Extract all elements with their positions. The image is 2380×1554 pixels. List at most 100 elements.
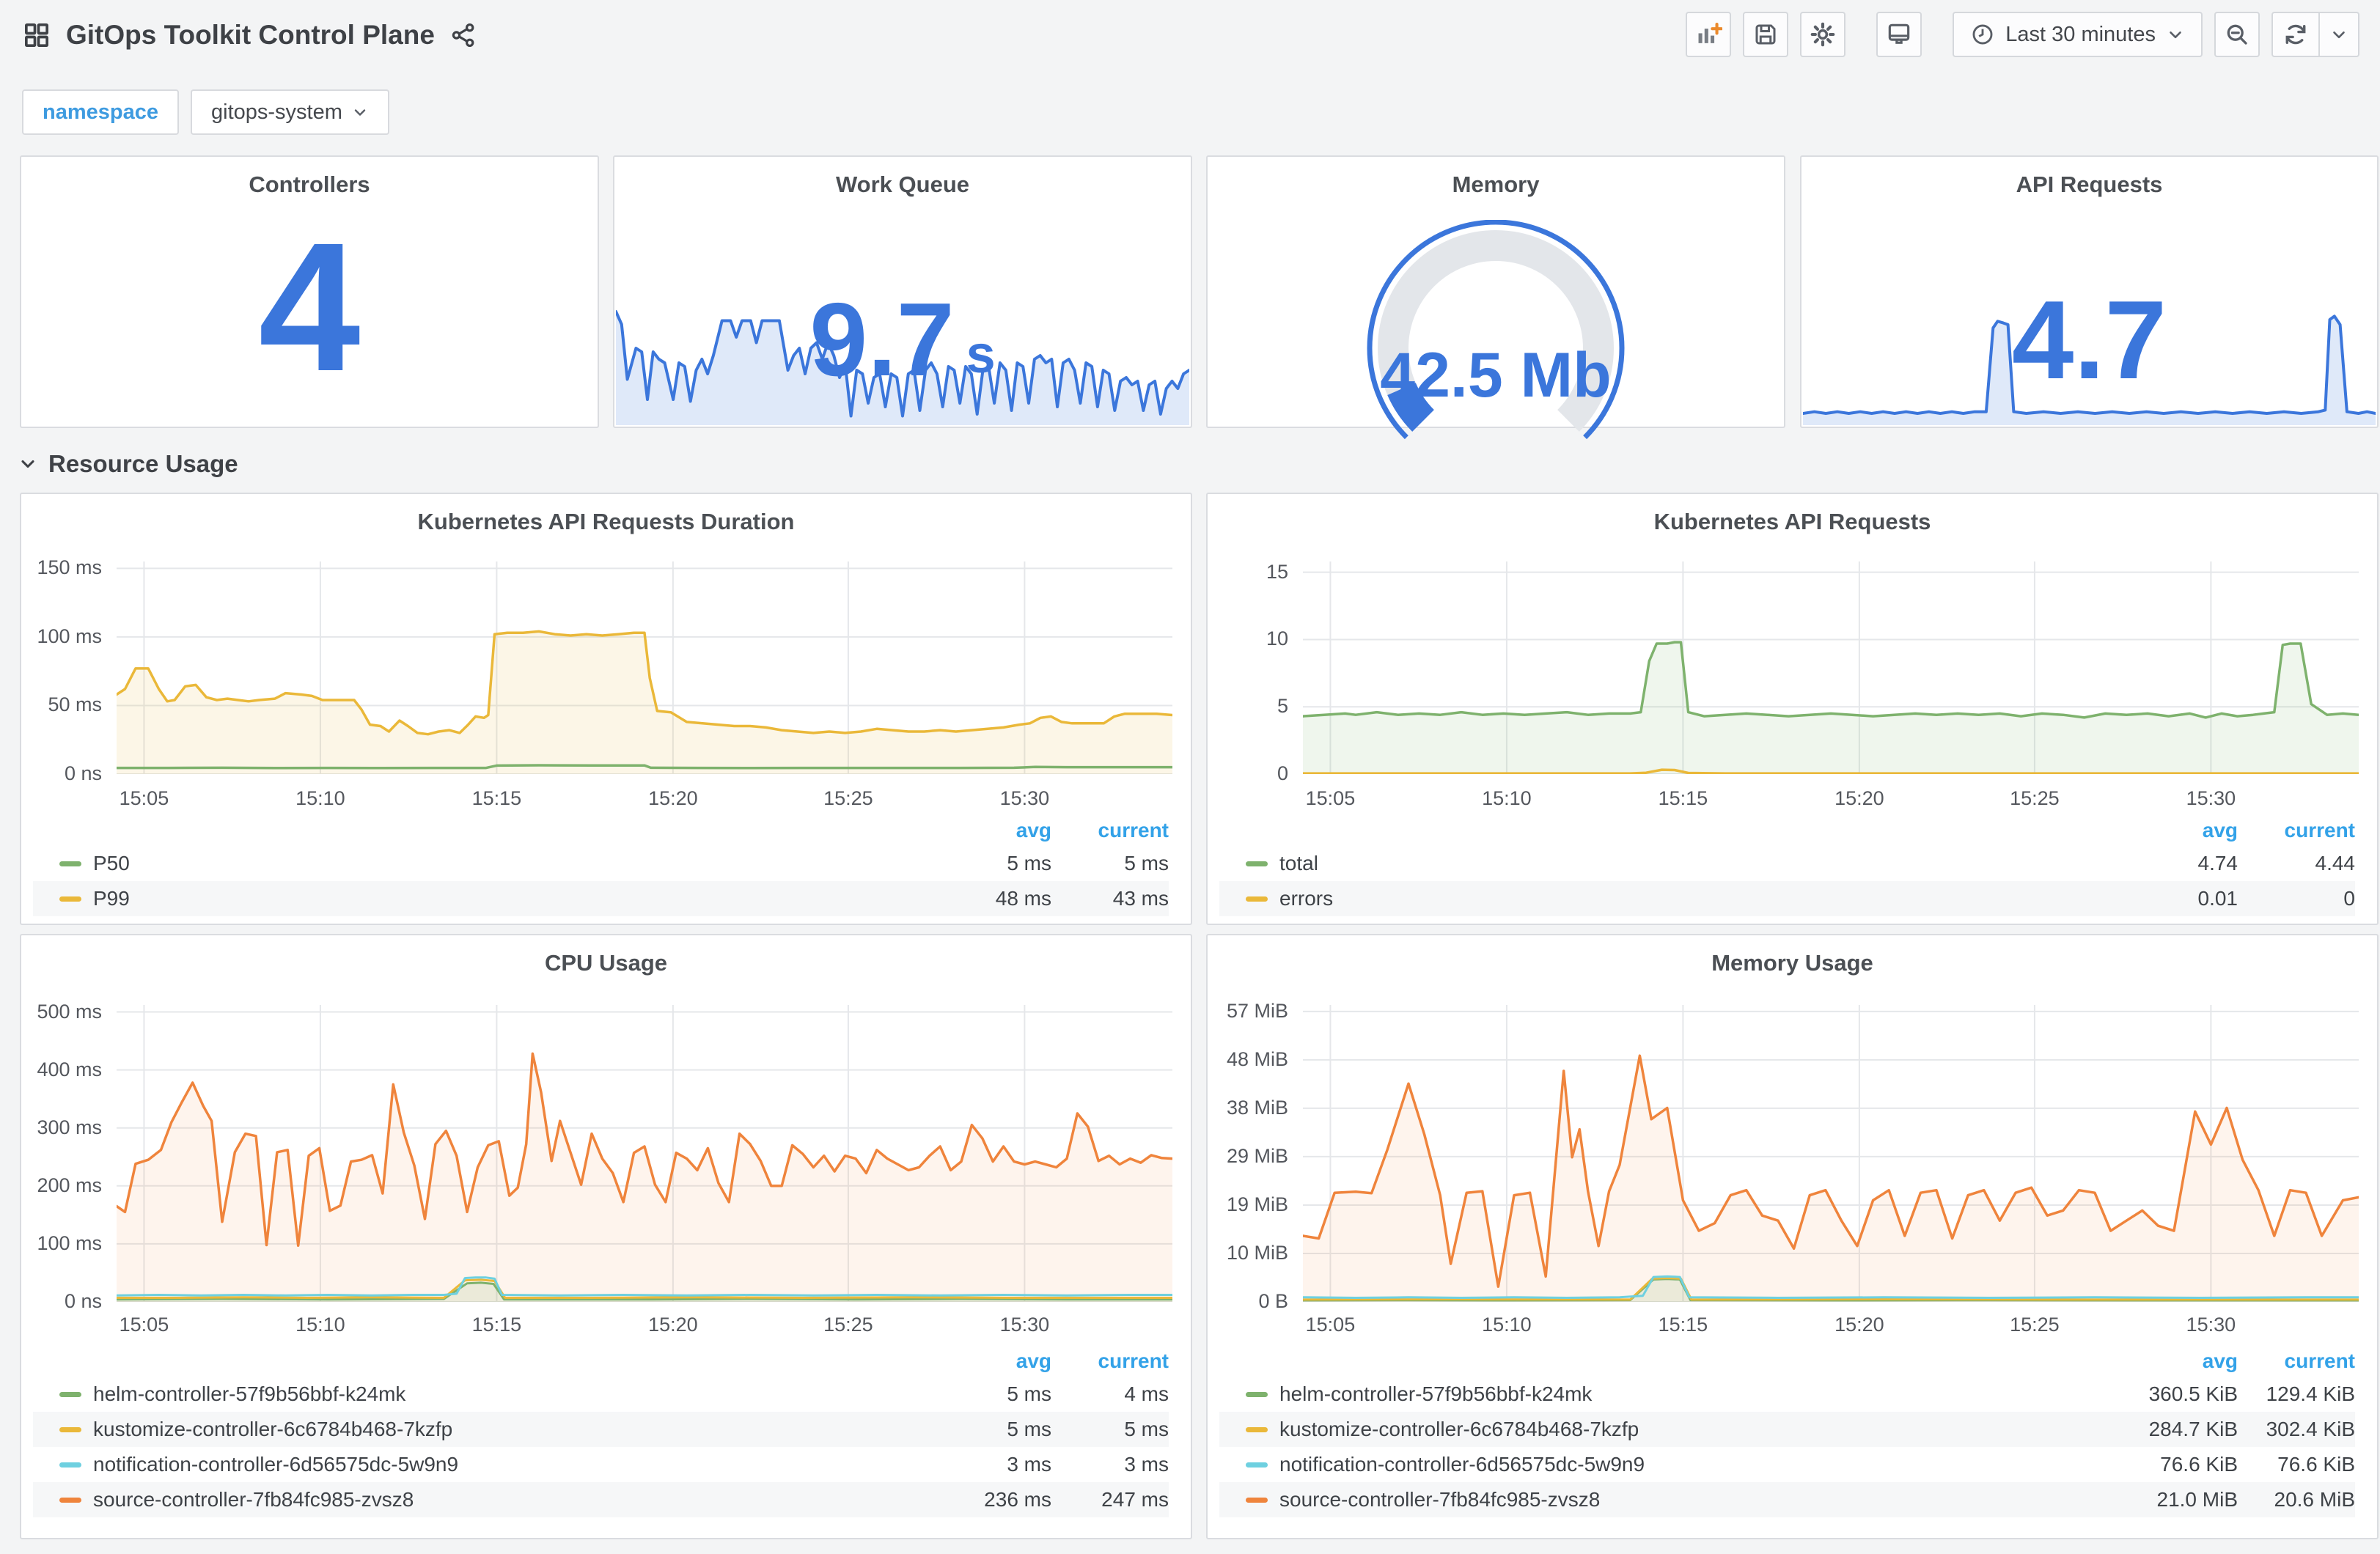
panel-memory-usage: Memory Usage 0 B 10 MiB 19 MiB 29 MiB 38 MiB… [1206, 934, 2379, 1539]
panel-cpu-usage: CPU Usage 0 ns 100 ms 200 ms 300 ms 400 ms 50… [20, 934, 1192, 1539]
legend-col-current[interactable]: current [2238, 819, 2355, 842]
series-label[interactable]: notification-controller-6d56575dc-5w9n9 [93, 1453, 927, 1476]
legend-col-avg[interactable]: avg [2113, 1349, 2238, 1373]
legend-col-current[interactable]: current [2238, 1349, 2355, 1373]
save-dashboard-button[interactable] [1743, 12, 1789, 57]
cpu-chart-plot[interactable] [117, 1005, 1172, 1302]
cpu-svg [117, 1005, 1172, 1302]
x-tick-label: 15:30 [2186, 1314, 2236, 1336]
cpu-y-axis: 0 ns 100 ms 200 ms 300 ms 400 ms 500 ms [21, 1001, 109, 1313]
panel-title[interactable]: Work Queue [614, 172, 1191, 198]
series-current: 0 [2343, 887, 2355, 910]
zoom-out-button[interactable] [2214, 12, 2260, 57]
memory-chart-plot[interactable] [1303, 1005, 2359, 1302]
series-label[interactable]: P50 [93, 852, 927, 875]
y-tick-label: 400 ms [37, 1058, 102, 1080]
dashboard-settings-button[interactable] [1800, 12, 1846, 57]
legend-header: avg current [1219, 815, 2355, 846]
row-title: Resource Usage [48, 450, 238, 477]
legend-col-avg[interactable]: avg [927, 819, 1051, 842]
x-tick-label: 15:20 [648, 1314, 698, 1336]
dashboard-header: GitOps Toolkit Control Plane [22, 0, 477, 70]
series-current: 76.6 KiB [2277, 1453, 2355, 1476]
legend-col-current[interactable]: current [1051, 1349, 1169, 1373]
cpu-legend: avg current helm-controller-57f9b56bbf-k… [33, 1346, 1169, 1517]
apps-grid-icon[interactable] [22, 21, 51, 50]
clock-icon [1970, 22, 1995, 47]
requests-svg [1303, 561, 2359, 774]
series-avg: 360.5 KiB [2148, 1382, 2238, 1405]
series-label[interactable]: source-controller-7fb84fc985-zvsz8 [93, 1488, 927, 1511]
x-tick-label: 15:10 [295, 787, 345, 809]
series-label[interactable]: P99 [93, 887, 927, 910]
panel-controllers: Controllers 4 [20, 155, 599, 428]
x-tick-label: 15:25 [823, 1314, 873, 1336]
panel-title[interactable]: Controllers [21, 172, 598, 198]
memory-y-axis: 0 B 10 MiB 19 MiB 29 MiB 38 MiB 48 MiB 57 MiB [1208, 1000, 1296, 1312]
series-label[interactable]: source-controller-7fb84fc985-zvsz8 [1279, 1488, 2113, 1511]
legend-row: errors 0.01 0 [1219, 881, 2355, 916]
duration-svg [117, 561, 1172, 774]
panel-title[interactable]: Memory [1208, 172, 1784, 198]
panel-work-queue: Work Queue 9.7 s [613, 155, 1192, 428]
y-tick-label: 0 ns [64, 762, 102, 784]
series-label[interactable]: helm-controller-57f9b56bbf-k24mk [1279, 1382, 2113, 1406]
legend-row: source-controller-7fb84fc985-zvsz8 21.0 … [1219, 1482, 2355, 1517]
gauge-value: 42.5 Mb [1380, 340, 1612, 410]
panel-title[interactable]: Kubernetes API Requests [1208, 509, 2377, 535]
refresh-button-group [2271, 12, 2359, 57]
memory-legend: avg current helm-controller-57f9b56bbf-k… [1219, 1346, 2355, 1517]
series-avg: 5 ms [1007, 1418, 1051, 1440]
panel-title[interactable]: Kubernetes API Requests Duration [21, 509, 1191, 535]
panel-title[interactable]: Memory Usage [1208, 950, 2377, 976]
legend-col-avg[interactable]: avg [927, 1349, 1051, 1373]
y-tick-label: 0 [1277, 762, 1288, 784]
x-tick-label: 15:30 [2186, 787, 2236, 809]
y-tick-label: 10 [1266, 627, 1288, 650]
legend-row: kustomize-controller-6c6784b468-7kzfp 28… [1219, 1412, 2355, 1447]
series-label[interactable]: notification-controller-6d56575dc-5w9n9 [1279, 1453, 2113, 1476]
panel-title[interactable]: CPU Usage [21, 950, 1191, 976]
requests-chart-plot[interactable] [1303, 561, 2359, 774]
refresh-button[interactable] [2273, 13, 2318, 56]
share-icon[interactable] [449, 21, 477, 49]
zoom-out-icon [2224, 21, 2250, 48]
series-label[interactable]: total [1279, 852, 2113, 875]
series-label[interactable]: errors [1279, 887, 2113, 910]
gear-icon [1809, 21, 1837, 48]
add-panel-button[interactable] [1686, 12, 1732, 57]
series-avg: 4.74 [2197, 852, 2238, 874]
series-dash [59, 896, 81, 902]
row-resource-usage[interactable]: Resource Usage [18, 444, 238, 484]
panel-title[interactable]: API Requests [1801, 172, 2377, 198]
series-label[interactable]: helm-controller-57f9b56bbf-k24mk [93, 1382, 927, 1406]
variable-value-dropdown[interactable]: gitops-system [191, 89, 389, 135]
y-tick-label: 38 MiB [1226, 1096, 1288, 1119]
series-label[interactable]: kustomize-controller-6c6784b468-7kzfp [1279, 1418, 2113, 1441]
series-avg: 5 ms [1007, 852, 1051, 874]
legend-header: avg current [33, 815, 1169, 846]
series-dash [1246, 1426, 1268, 1432]
x-tick-label: 15:25 [823, 787, 873, 809]
y-tick-label: 57 MiB [1226, 999, 1288, 1022]
legend-row: helm-controller-57f9b56bbf-k24mk 360.5 K… [1219, 1377, 2355, 1412]
legend-col-avg[interactable]: avg [2113, 819, 2238, 842]
series-dash [1246, 861, 1268, 866]
x-tick-label: 15:05 [119, 787, 169, 809]
memory-svg [1303, 1005, 2359, 1302]
cpu-x-axis: 15:05 15:10 15:15 15:20 15:25 15:30 [117, 1314, 1172, 1337]
refresh-interval-dropdown[interactable] [2318, 13, 2358, 56]
time-range-picker[interactable]: Last 30 minutes [1953, 12, 2203, 57]
chevron-down-icon [2166, 25, 2185, 44]
time-range-label: Last 30 minutes [2005, 22, 2156, 46]
series-current: 20.6 MiB [2274, 1488, 2356, 1511]
duration-legend: avg current P50 5 ms 5 ms P99 48 ms 43 m… [33, 815, 1169, 916]
series-label[interactable]: kustomize-controller-6c6784b468-7kzfp [93, 1418, 927, 1441]
series-dash [59, 1391, 81, 1397]
memory-gauge[interactable]: 42.5 Mb [1342, 219, 1650, 440]
y-tick-label: 150 ms [37, 556, 102, 579]
duration-x-axis: 15:05 15:10 15:15 15:20 15:25 15:30 [117, 787, 1172, 811]
duration-chart-plot[interactable] [117, 561, 1172, 774]
legend-col-current[interactable]: current [1051, 819, 1169, 842]
tv-mode-button[interactable] [1876, 12, 1922, 57]
